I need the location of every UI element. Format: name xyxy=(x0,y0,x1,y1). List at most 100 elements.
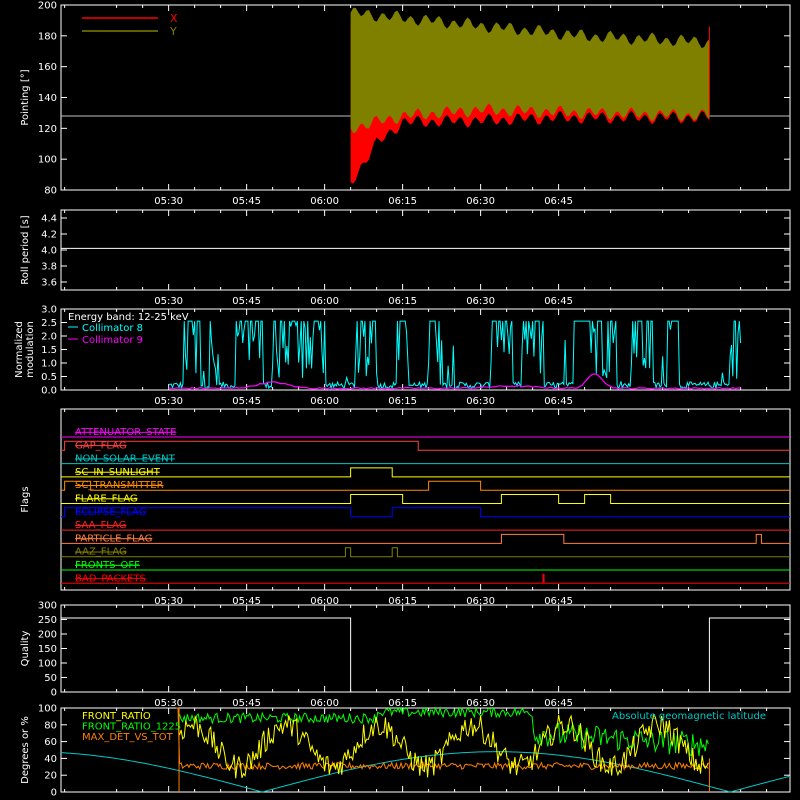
y-tick-label: 4.0 xyxy=(41,246,57,257)
latitude-line xyxy=(60,751,790,793)
flag-label-fronts_off: FRONTS_OFF xyxy=(75,560,140,571)
flag-line-flare_flag xyxy=(61,494,790,504)
panel-quality: 05:30 05:45 06:00 06:15 06:30 06:45 0 50 100 150 2… xyxy=(20,601,791,709)
x-tick-label: 06:15 xyxy=(388,698,417,709)
flag-line-aaz_flag xyxy=(61,547,790,558)
flag-label-sc_transmitter: SC_TRANSMITTER xyxy=(75,480,164,491)
legend-label-max-det-vs-tot: MAX_DET_VS_TOT xyxy=(82,732,174,743)
x-tick-label: 05:45 xyxy=(232,396,261,407)
x-tick-label: 06:45 xyxy=(544,196,573,207)
flag-label-attenuator_state: ATTENUATOR_STATE xyxy=(75,427,176,438)
x-tick-label: 06:00 xyxy=(310,196,339,207)
quality-line xyxy=(61,617,790,693)
panel-flags: 05:30 05:45 06:00 06:15 06:30 06:45FlagsATTEN… xyxy=(20,408,791,607)
x-tick-label: 06:30 xyxy=(466,296,495,307)
y-axis-label: Normalizedmodulation xyxy=(14,321,36,378)
legend-label-collimator-8: Collimator 8 xyxy=(82,323,143,334)
y-tick-label: 0 xyxy=(51,788,57,799)
y-axis-label: Pointing [°] xyxy=(20,69,31,125)
flag-label-aaz_flag: AAZ_FLAG xyxy=(75,547,127,558)
flag-line-bad_packets xyxy=(61,573,790,584)
flag-line-sc_in_sunlight xyxy=(61,467,790,478)
y-tick-label: 50 xyxy=(44,673,57,684)
flag-label-flare_flag: FLARE_FLAG xyxy=(75,494,138,505)
y-tick-label: 60 xyxy=(44,737,57,748)
y-tick-label: 100 xyxy=(38,704,57,715)
y-tick-label: 1.5 xyxy=(41,345,57,356)
y-axis-label: Roll period [s] xyxy=(20,215,31,284)
y-tick-label: 4.4 xyxy=(41,214,57,225)
y-tick-label: 80 xyxy=(44,720,57,731)
legend-label-x: X xyxy=(170,12,178,25)
y-tick-label: 80 xyxy=(44,186,57,197)
x-tick-label: 06:00 xyxy=(310,296,339,307)
panel-frame xyxy=(60,209,791,291)
y-tick-label: 140 xyxy=(38,93,57,104)
flag-label-bad_packets: BAD_PACKETS xyxy=(75,573,146,584)
x-tick-label: 05:45 xyxy=(232,196,261,207)
y-tick-label: 0 xyxy=(51,688,57,699)
flag-label-gap_flag: GAP_FLAG xyxy=(75,440,127,451)
x-tick-label: 06:30 xyxy=(466,698,495,709)
y-tick-label: 200 xyxy=(38,1,57,12)
panel-modulation: 05:30 05:45 06:00 06:15 06:30 06:45 0.0 0.5 1.0 1… xyxy=(14,305,791,407)
x-tick-label: 06:00 xyxy=(310,698,339,709)
flag-line-particle_flag xyxy=(61,533,790,544)
x-tick-label: 05:30 xyxy=(154,296,183,307)
y-tick-label: 200 xyxy=(38,630,57,641)
flag-label-saa_flag: SAA_FLAG xyxy=(75,520,126,531)
x-tick-label: 05:30 xyxy=(154,196,183,207)
y-tick-label: 100 xyxy=(38,155,57,166)
x-tick-label: 06:30 xyxy=(466,196,495,207)
panel-roll: 05:30 05:45 06:00 06:15 06:30 06:45 3.6 3.8 4.0 4… xyxy=(20,209,791,307)
flag-line-sc_transmitter xyxy=(61,480,790,491)
y-tick-label: 3.0 xyxy=(41,305,57,316)
y-tick-label: 2.5 xyxy=(41,318,57,329)
y-tick-label: 160 xyxy=(38,62,57,73)
y-tick-label: 0.5 xyxy=(41,372,57,383)
legend-label-y: Y xyxy=(169,25,177,38)
legend-label-collimator-9: Collimator 9 xyxy=(82,335,143,346)
y-tick-label: 150 xyxy=(38,644,57,655)
x-tick-label: 06:15 xyxy=(388,196,417,207)
x-tick-label: 06:45 xyxy=(544,698,573,709)
x-tick-label: 06:15 xyxy=(388,296,417,307)
x-tick-label: 06:45 xyxy=(544,396,573,407)
collimator-8-line xyxy=(168,320,742,391)
flag-label-eclipse_flag: ECLIPSE_FLAG xyxy=(75,507,146,518)
y-tick-label: 4.2 xyxy=(41,230,57,241)
x-tick-label: 05:45 xyxy=(232,698,261,709)
chart-figure: 05:30 05:45 06:00 06:15 06:30 06:45 80 100 120 14… xyxy=(14,1,791,799)
x-tick-label: 06:15 xyxy=(388,396,417,407)
y-tick-label: 100 xyxy=(38,659,57,670)
y-axis-label: Quality xyxy=(20,631,31,667)
y-tick-label: 40 xyxy=(44,754,57,765)
x-tick-label: 05:30 xyxy=(154,396,183,407)
x-tick-label: 05:30 xyxy=(154,698,183,709)
flag-label-particle_flag: PARTICLE_FLAG xyxy=(75,533,152,544)
flag-label-non_solar_event: NON_SOLAR_EVENT xyxy=(75,454,176,465)
y-tick-label: 180 xyxy=(38,31,57,42)
y-tick-label: 250 xyxy=(38,615,57,626)
y-tick-label: 300 xyxy=(38,601,57,612)
y-axis-label: Flags xyxy=(20,486,31,512)
y-tick-label: 0.0 xyxy=(41,386,57,397)
y-tick-label: 1.0 xyxy=(41,359,57,370)
legend-label-front-ratio-1225: FRONT_RATIO_1225 xyxy=(82,722,181,733)
panel-ratios: 0 20 40 60 80 100 Degrees or % FRONT_RATIOFRONT… xyxy=(20,704,791,799)
x-tick-label: 05:45 xyxy=(232,296,261,307)
flag-line-eclipse_flag xyxy=(61,507,790,518)
y-axis-label: Degrees or % xyxy=(20,716,31,784)
x-tick-label: 06:45 xyxy=(544,296,573,307)
y-tick-label: 3.8 xyxy=(41,262,57,273)
panel-pointing: 05:30 05:45 06:00 06:15 06:30 06:45 80 100 120 14… xyxy=(20,1,791,207)
energy-band-annotation: Energy band: 12-25 keV xyxy=(68,312,189,323)
y-tick-label: 2.0 xyxy=(41,332,57,343)
x-tick-label: 06:00 xyxy=(310,396,339,407)
flag-label-sc_in_sunlight: SC_IN_SUNLIGHT xyxy=(75,467,161,478)
y-tick-label: 20 xyxy=(44,771,57,782)
y-tick-label: 120 xyxy=(38,124,57,135)
latitude-annotation: Absolute geomagnetic latitude xyxy=(612,711,766,722)
x-tick-label: 06:30 xyxy=(466,396,495,407)
legend-label-front-ratio: FRONT_RATIO xyxy=(82,711,151,722)
